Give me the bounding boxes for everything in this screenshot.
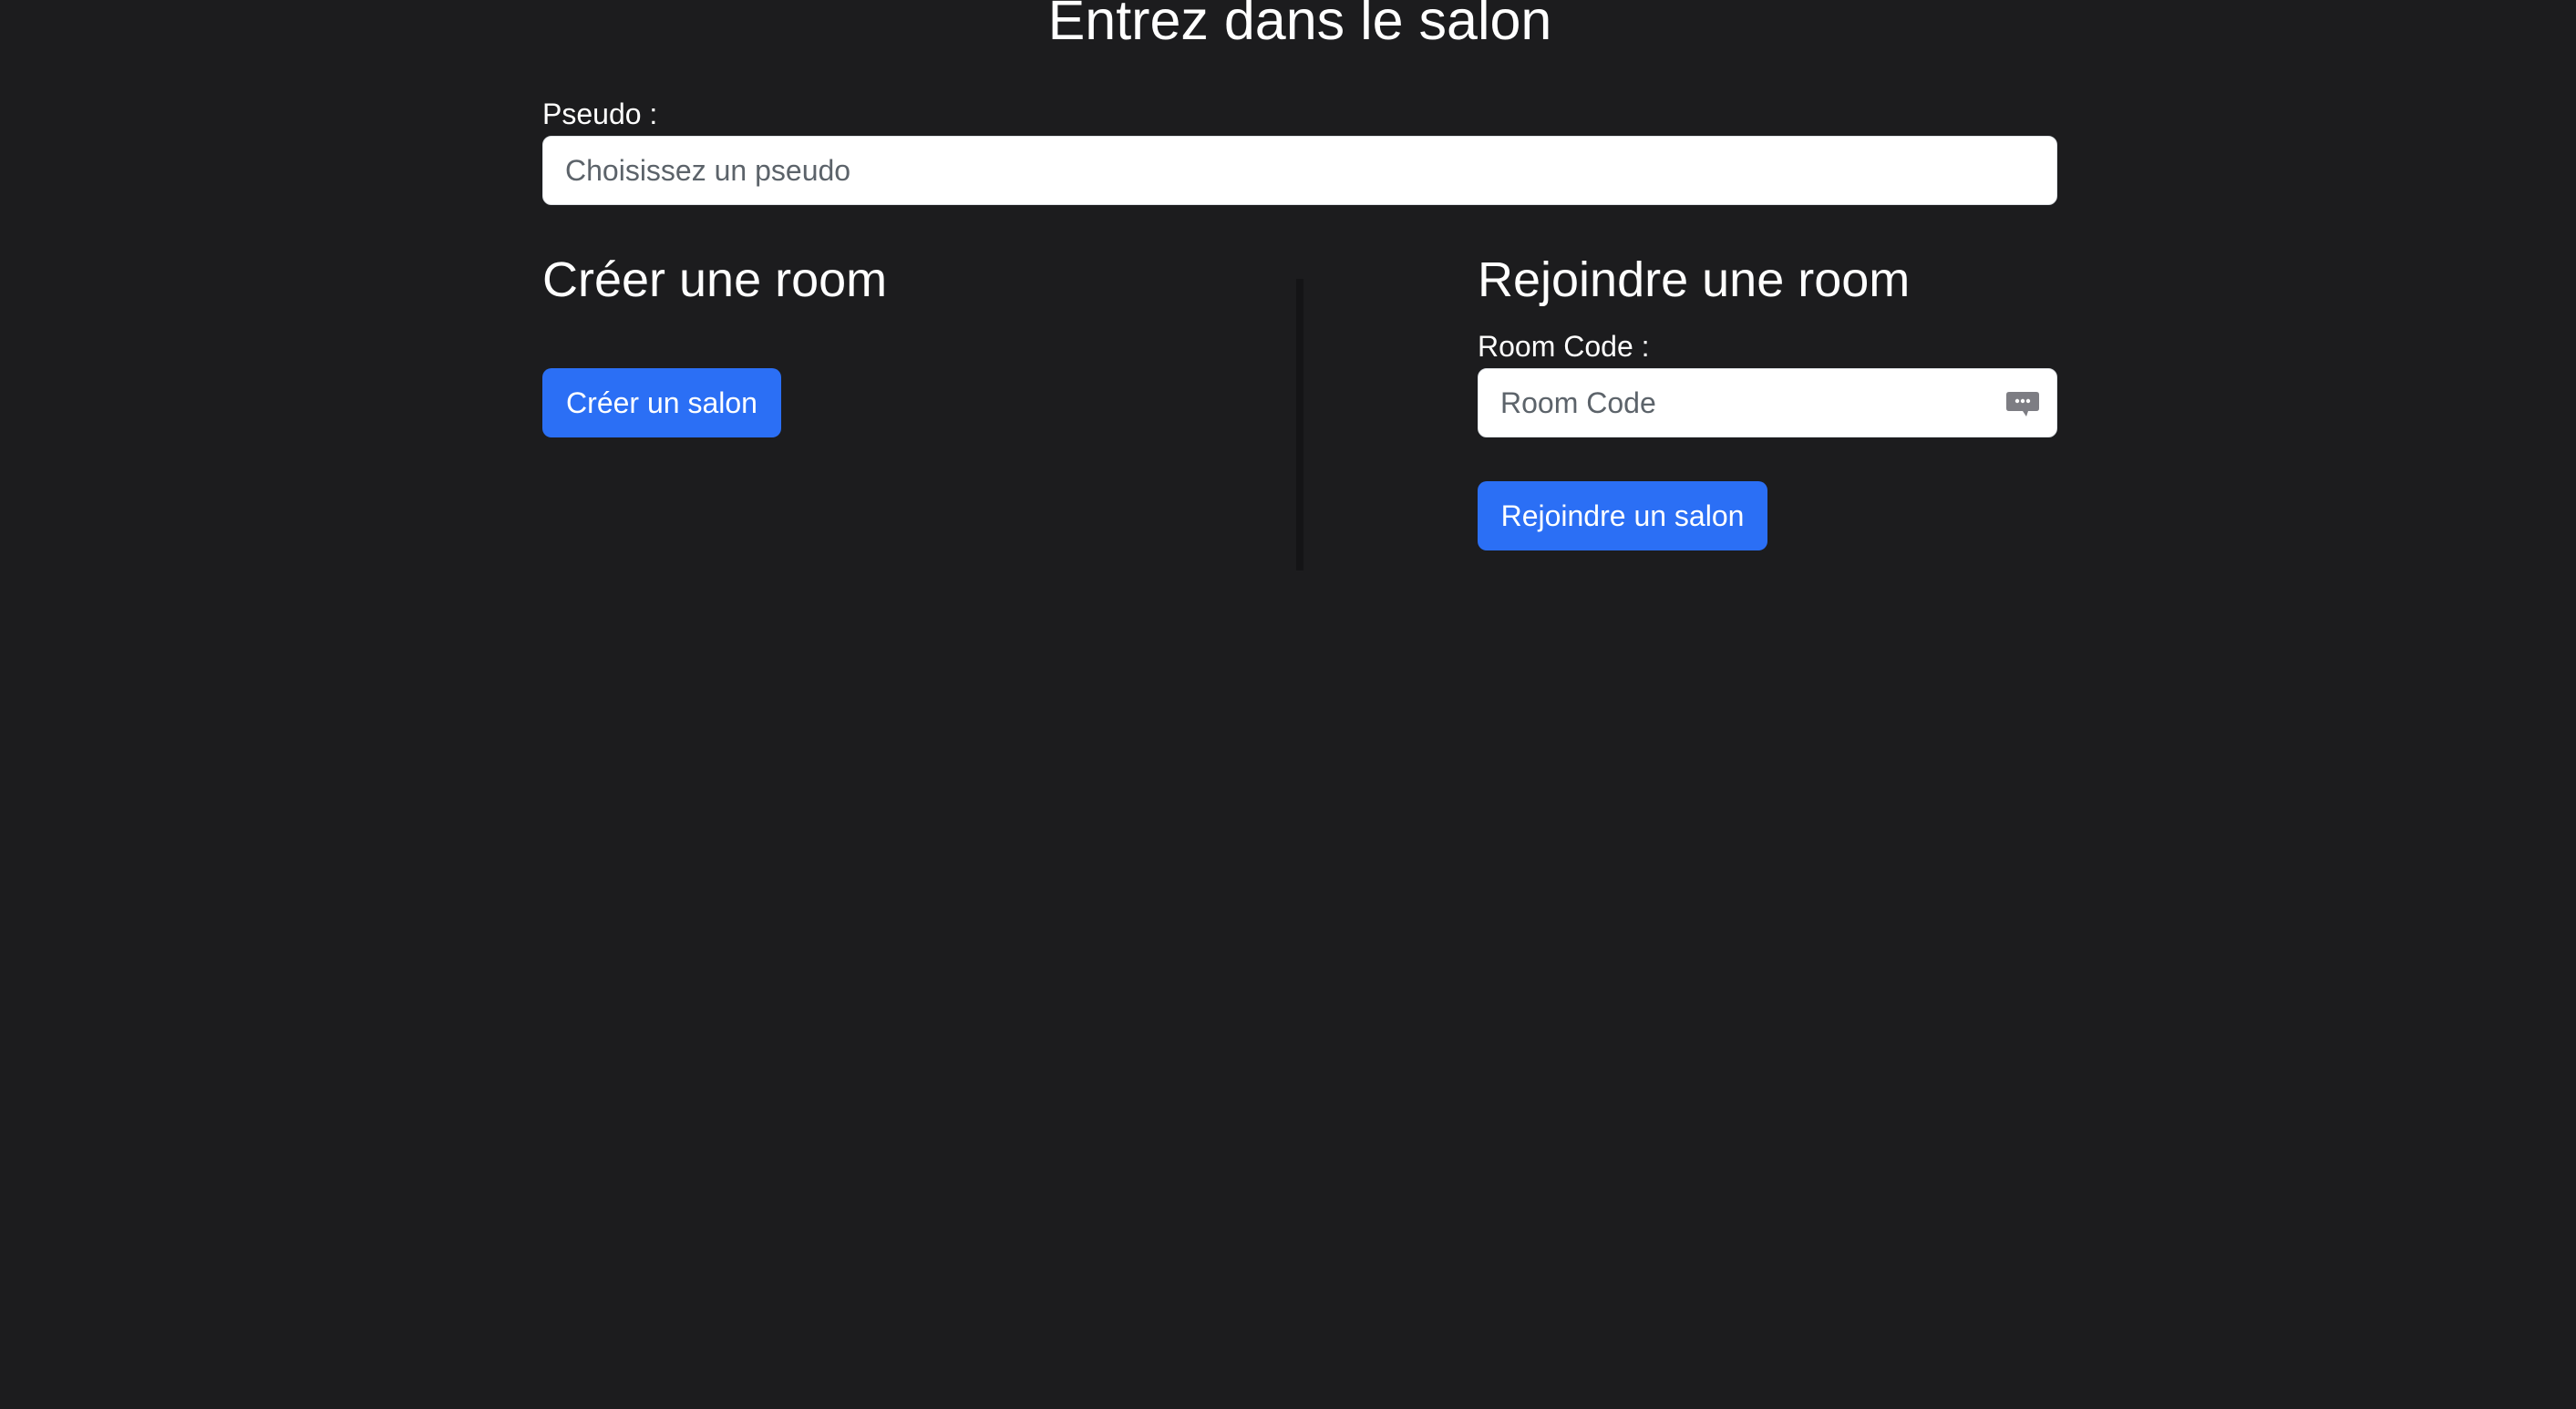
chat-bubble-icon[interactable]: [2004, 390, 2041, 419]
page: Entrez dans le salon Pseudo : Créer une …: [0, 0, 2576, 1409]
pseudo-input[interactable]: [542, 136, 2057, 205]
column-divider: [1296, 279, 1303, 571]
join-room-button[interactable]: Rejoindre un salon: [1478, 481, 1767, 550]
page-title: Entrez dans le salon: [1047, 0, 1552, 51]
room-code-input[interactable]: [1478, 368, 2057, 437]
room-code-label: Room Code :: [1478, 330, 1650, 363]
create-room-heading: Créer une room: [542, 252, 888, 307]
pseudo-label: Pseudo :: [542, 98, 658, 130]
join-room-heading: Rejoindre une room: [1478, 252, 1911, 307]
create-room-button[interactable]: Créer un salon: [542, 368, 781, 437]
